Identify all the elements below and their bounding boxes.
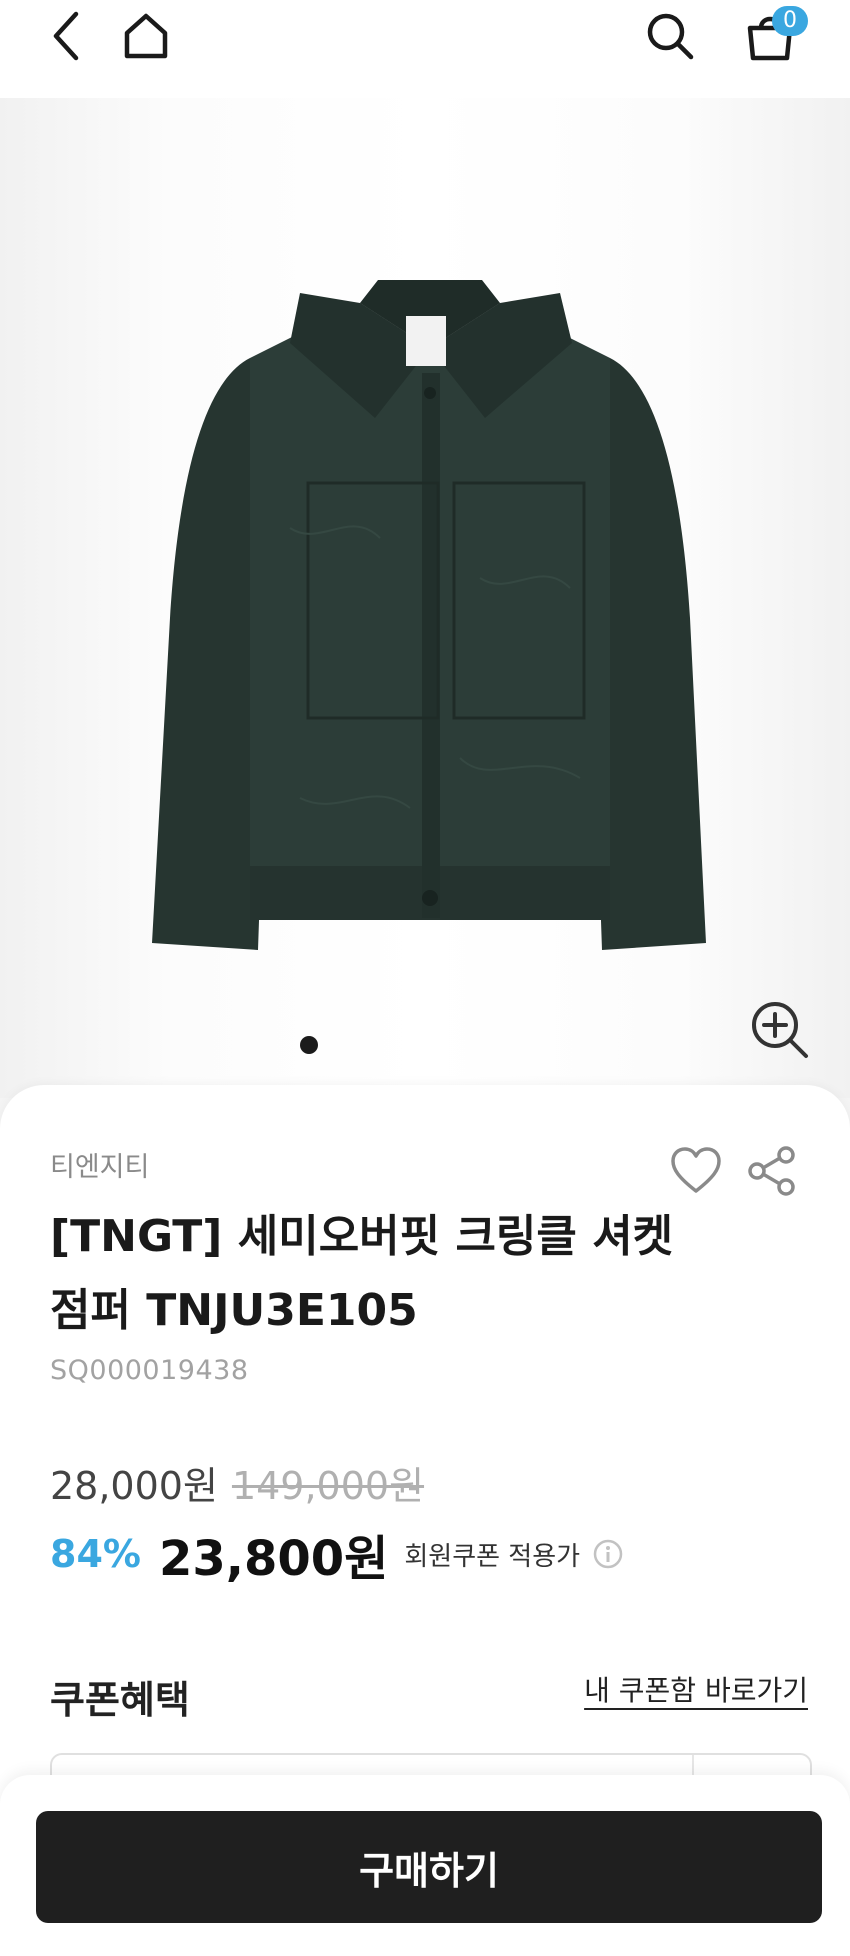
cart-count-badge: 0 [772,6,808,36]
coupon-price-row: 84% 23,800원 회원쿠폰 적용가 [50,1519,624,1589]
top-header: 0 [0,0,850,98]
zoom-in-icon [752,1002,808,1058]
share-button[interactable] [744,1143,800,1199]
home-icon [124,13,168,59]
coupon-section-title: 쿠폰혜택 [50,1678,190,1722]
search-button[interactable] [640,6,700,66]
home-button[interactable] [116,6,176,66]
carousel-dot-active[interactable] [300,1036,318,1054]
original-price: 149,000원 [231,1464,425,1508]
heart-icon [671,1147,721,1193]
final-price: 23,800원 [158,1531,389,1587]
info-icon[interactable] [592,1538,624,1570]
product-image [152,280,706,950]
product-detail-page: 0 티엔지티 [TNGT] 세미오버핏 크링클 셔켓 점퍼 TNJU3E105 … [0,0,850,1956]
my-coupons-link[interactable]: 내 쿠폰함 바로가기 [584,1669,808,1709]
chevron-left-icon [53,11,79,61]
coupon-price-label: 회원쿠폰 적용가 [404,1541,581,1572]
buy-button[interactable]: 구매하기 [36,1811,822,1923]
product-code: SQ000019438 [50,1355,249,1386]
back-button[interactable] [36,6,96,66]
product-image-gallery[interactable] [0,98,850,1098]
bottom-action-bar: 구매하기 [0,1775,850,1956]
share-icon [748,1146,795,1196]
product-title: [TNGT] 세미오버핏 크링클 셔켓 점퍼 TNJU3E105 [50,1211,674,1336]
zoom-button[interactable] [748,998,812,1062]
wishlist-button[interactable] [668,1145,724,1197]
brand-name[interactable]: 티엔지티 [50,1145,149,1184]
search-icon [647,13,694,60]
sale-price: 28,000원 [50,1464,218,1508]
discount-rate: 84% [50,1532,141,1576]
price-row: 28,000원 149,000원 [50,1455,424,1510]
